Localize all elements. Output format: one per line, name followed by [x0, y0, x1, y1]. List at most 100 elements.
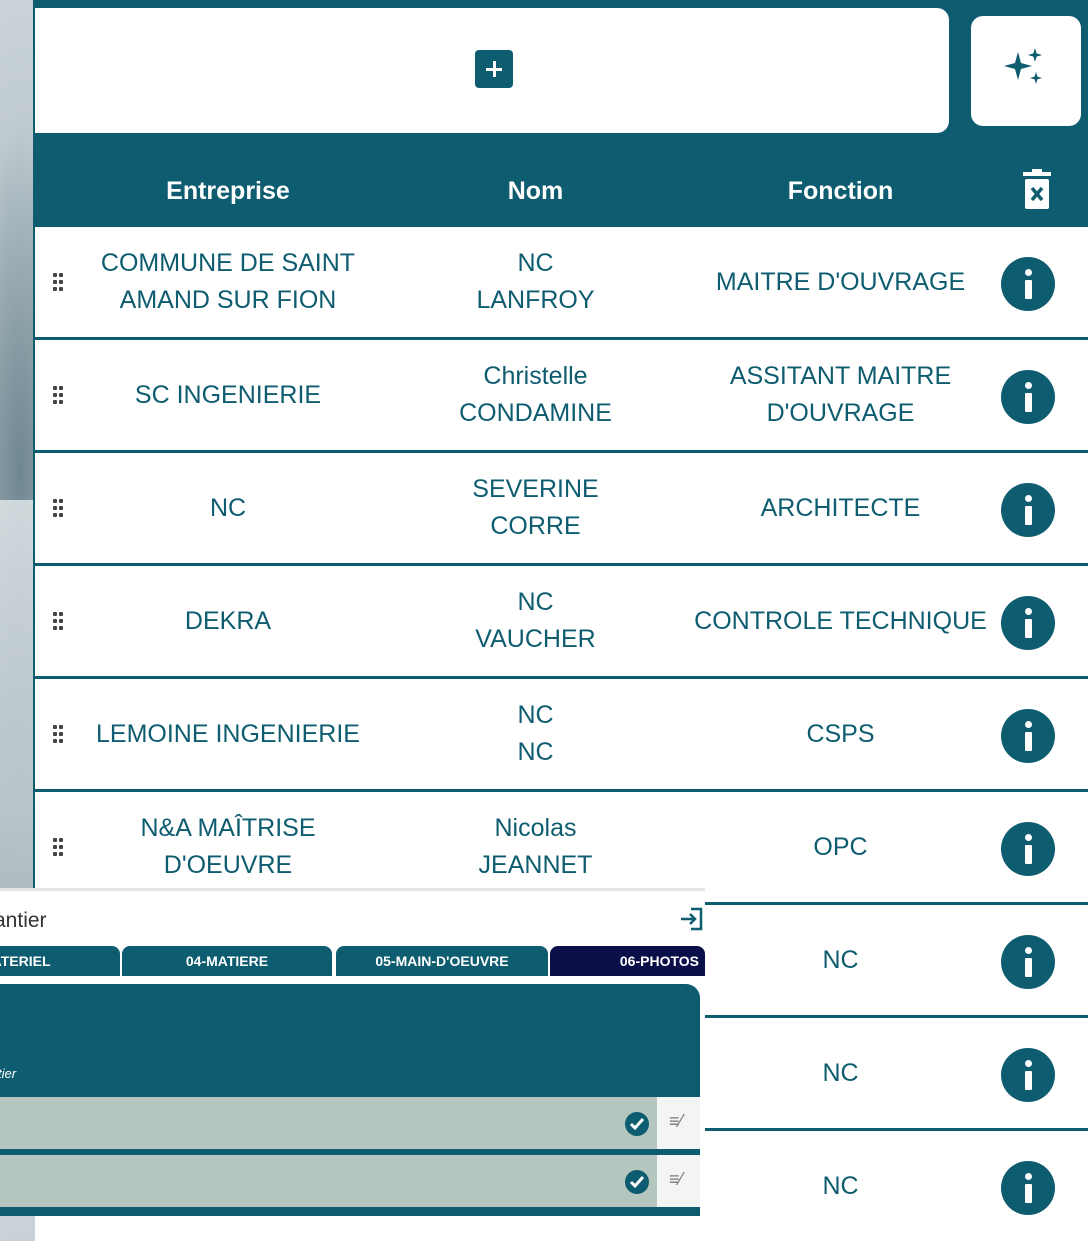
drag-handle-icon[interactable] — [53, 725, 65, 743]
info-icon[interactable] — [1001, 596, 1055, 650]
drag-handle-icon[interactable] — [53, 499, 65, 517]
edit-list-icon[interactable]: ≡⁄ — [657, 1155, 700, 1207]
table-row[interactable]: COMMUNE DE SAINT AMAND SUR FION NC LANFROY M… — [35, 227, 1088, 337]
info-icon[interactable] — [1001, 370, 1055, 424]
cell-entreprise: DEKRA — [73, 566, 383, 676]
sub-window: antier MATERIEL 04-MATIERE 05-MAIN-D'OEU… — [0, 888, 705, 1216]
cell-fonction: ARCHITECTE — [688, 453, 993, 563]
cell-entreprise: LEMOINE INGENIERIE — [73, 679, 383, 789]
cell-entreprise-line: N&A MAÎTRISE — [140, 814, 316, 842]
cell-nom-line: CORRE — [490, 512, 581, 540]
intervenants-panel: Entreprise Nom Fonction COMMUNE DE SAINT… — [0, 0, 1088, 1241]
check-circle-icon[interactable] — [625, 1112, 649, 1136]
cell-fonction: CONTROLE TECHNIQUE — [688, 566, 993, 676]
info-icon[interactable] — [1001, 483, 1055, 537]
cell-fonction-line: CSPS — [806, 719, 875, 748]
cell-entreprise-line: SC INGENIERIE — [134, 380, 322, 409]
cell-nom: NC NC — [383, 679, 688, 789]
list-item[interactable]: ≡⁄ — [0, 1152, 700, 1207]
drag-handle-icon[interactable] — [53, 612, 65, 630]
edit-list-icon[interactable]: ≡⁄ — [657, 1097, 700, 1149]
cell-nom-line: CONDAMINE — [459, 399, 612, 427]
cell-nom-line: NC — [517, 588, 554, 616]
cell-nom: Nicolas JEANNET — [383, 792, 688, 902]
cell-fonction: NC — [688, 1131, 993, 1241]
cell-fonction-line: MAITRE D'OUVRAGE — [715, 267, 966, 296]
add-button[interactable] — [475, 50, 513, 88]
cell-nom: SEVERINE CORRE — [383, 453, 688, 563]
cell-nom-line: LANFROY — [476, 286, 595, 314]
cell-fonction-line: NC — [822, 945, 859, 974]
cell-fonction-line: NC — [822, 1058, 859, 1087]
cell-fonction-line: ARCHITECTE — [760, 493, 921, 522]
cell-nom-line: Nicolas — [494, 814, 577, 842]
cell-fonction-line: ASSITANT MAITRE — [729, 362, 952, 390]
cell-nom-line: JEANNET — [478, 851, 593, 879]
info-icon[interactable] — [1001, 257, 1055, 311]
table-row[interactable]: N&A MAÎTRISE D'OEUVRE Nicolas JEANNET OPC — [35, 792, 1088, 902]
sub-window-titlebar: antier — [0, 888, 705, 949]
sub-window-title: antier — [0, 909, 47, 932]
drag-handle-icon[interactable] — [53, 386, 65, 404]
table-header: Entreprise Nom Fonction — [33, 155, 1088, 227]
cell-fonction: OPC — [688, 792, 993, 902]
cell-entreprise-line: DEKRA — [184, 606, 272, 635]
column-header-entreprise[interactable]: Entreprise — [73, 155, 383, 227]
cell-entreprise: NC — [73, 453, 383, 563]
cell-fonction: CSPS — [688, 679, 993, 789]
cell-entreprise-line: NC — [209, 493, 247, 522]
list-item[interactable]: ≡⁄ — [0, 1094, 700, 1149]
info-icon[interactable] — [1001, 1161, 1055, 1215]
info-icon[interactable] — [1001, 709, 1055, 763]
cell-fonction: MAITRE D'OUVRAGE — [688, 227, 993, 337]
info-icon[interactable] — [1001, 822, 1055, 876]
ai-assist-button[interactable] — [971, 16, 1081, 126]
table-row[interactable]: NC SEVERINE CORRE ARCHITECTE — [35, 453, 1088, 563]
column-header-fonction[interactable]: Fonction — [688, 155, 993, 227]
table-row[interactable]: LEMOINE INGENIERIE NC NC CSPS — [35, 679, 1088, 789]
cell-fonction-line: NC — [822, 1171, 859, 1200]
cell-fonction: ASSITANT MAITRE D'OUVRAGE — [688, 340, 993, 450]
tab-matiere[interactable]: 04-MATIERE — [122, 946, 332, 976]
check-circle-icon[interactable] — [625, 1170, 649, 1194]
cell-entreprise-line: LEMOINE INGENIERIE — [96, 719, 360, 748]
cell-nom: NC VAUCHER — [383, 566, 688, 676]
cell-entreprise: SC INGENIERIE — [73, 340, 383, 450]
cell-fonction-line: OPC — [813, 832, 868, 861]
cell-nom: NC LANFROY — [383, 227, 688, 337]
cell-nom: Christelle CONDAMINE — [383, 340, 688, 450]
trash-x-icon[interactable] — [1020, 169, 1054, 213]
cell-entreprise-line: AMAND SUR FION — [119, 286, 337, 314]
cell-entreprise-line: D'OEUVRE — [163, 851, 293, 879]
add-card — [35, 8, 949, 133]
column-header-nom[interactable]: Nom — [383, 155, 688, 227]
cell-nom-line: NC — [517, 249, 554, 277]
sparkles-icon — [1004, 48, 1042, 84]
tab-materiel[interactable]: MATERIEL — [0, 946, 120, 976]
tab-bar: MATERIEL 04-MATIERE 05-MAIN-D'OEUVRE 06-… — [0, 946, 705, 980]
tab-photos[interactable]: 06-PHOTOS — [550, 946, 705, 976]
drag-handle-icon[interactable] — [53, 838, 65, 856]
drag-handle-icon[interactable] — [53, 273, 65, 291]
cell-nom-line: NC — [517, 738, 554, 766]
info-icon[interactable] — [1001, 1048, 1055, 1102]
cell-nom-line: VAUCHER — [475, 625, 596, 653]
cell-nom-line: SEVERINE — [472, 475, 599, 503]
cell-fonction-line: CONTROLE TECHNIQUE — [694, 606, 987, 635]
sub-card: tier ≡⁄ ≡⁄ — [0, 984, 700, 1216]
info-icon[interactable] — [1001, 935, 1055, 989]
table-row[interactable]: SC INGENIERIE Christelle CONDAMINE ASSITANT… — [35, 340, 1088, 450]
table-row[interactable]: DEKRA NC VAUCHER CONTROLE TECHNIQUE — [35, 566, 1088, 676]
cell-nom-line: NC — [517, 701, 554, 729]
cell-entreprise: COMMUNE DE SAINT AMAND SUR FION — [73, 227, 383, 337]
cell-fonction: NC — [688, 905, 993, 1015]
cell-entreprise: N&A MAÎTRISE D'OEUVRE — [73, 792, 383, 902]
cell-fonction: NC — [688, 1018, 993, 1128]
cell-fonction-line: D'OUVRAGE — [766, 399, 915, 427]
cell-entreprise-line: COMMUNE DE SAINT — [100, 249, 356, 277]
sub-card-hint: tier — [0, 1066, 17, 1081]
tab-main-doeuvre[interactable]: 05-MAIN-D'OEUVRE — [336, 946, 548, 976]
cell-nom-line: Christelle — [483, 362, 588, 390]
exit-icon[interactable] — [678, 906, 704, 932]
toolbar — [33, 0, 1088, 135]
